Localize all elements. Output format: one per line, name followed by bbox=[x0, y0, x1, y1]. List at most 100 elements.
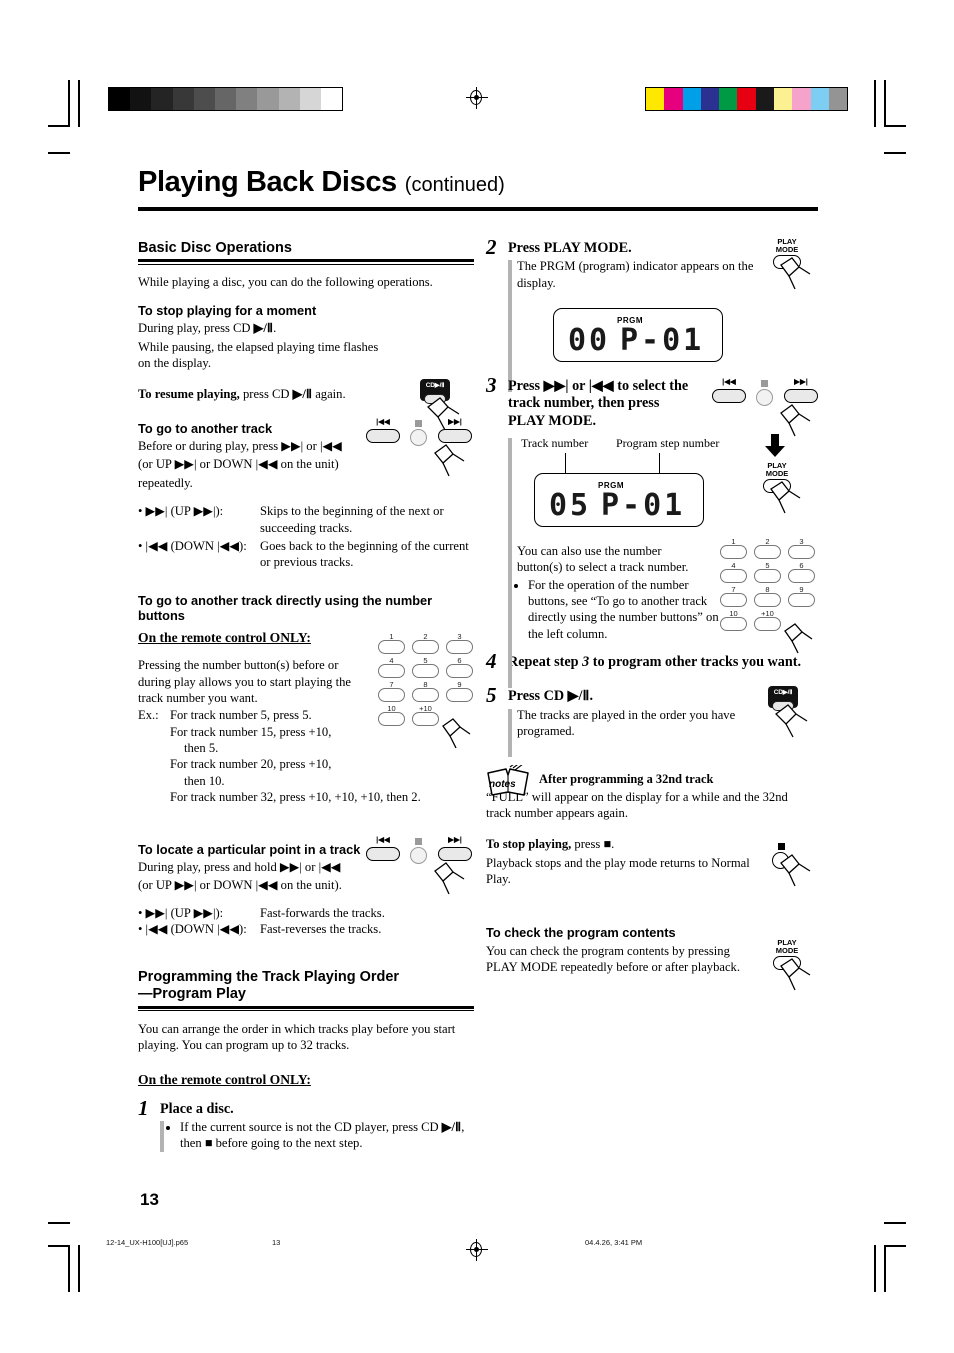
play-mode-button-illustration[interactable]: PLAY MODE bbox=[758, 462, 801, 514]
calibration-swatch bbox=[755, 88, 775, 110]
calibration-swatch bbox=[172, 88, 194, 110]
number-key-label: 7 bbox=[389, 679, 394, 689]
number-key-label: 10 bbox=[729, 609, 738, 619]
number-key-label: +10 bbox=[761, 609, 774, 619]
rewind-button[interactable] bbox=[366, 846, 400, 861]
number-key-1[interactable]: 1 bbox=[378, 632, 408, 655]
number-key-3[interactable]: 3 bbox=[788, 537, 818, 560]
cd-play-pause-button-illustration[interactable]: CD▶/Ⅱ bbox=[768, 686, 808, 738]
number-key-cap bbox=[412, 639, 439, 654]
callout-program-step-number: Program step number bbox=[616, 435, 720, 450]
calibration-swatch bbox=[257, 88, 279, 110]
number-key-cap bbox=[378, 663, 405, 678]
notes-icon: notes bbox=[484, 765, 530, 799]
number-key-label: 7 bbox=[731, 585, 736, 595]
number-key-2[interactable]: 2 bbox=[754, 537, 784, 560]
stop-button[interactable] bbox=[756, 389, 773, 407]
number-key-6[interactable]: 6 bbox=[446, 656, 476, 679]
crop-mark-bottom-right-corner-v bbox=[874, 1245, 876, 1292]
cd-play-pause-button-illustration[interactable]: CD▶/Ⅱ bbox=[420, 378, 460, 431]
number-keypad[interactable]: 1 2 3 4 5 6 7 8 9 10 +10 bbox=[378, 632, 476, 727]
number-key-4[interactable]: 4 bbox=[378, 656, 408, 679]
program-play-para: You can arrange the order in which track… bbox=[138, 1022, 456, 1053]
number-key-3[interactable]: 3 bbox=[446, 632, 476, 655]
cd-play-pause-glyph: ▶/Ⅱ bbox=[292, 387, 313, 402]
number-key-6[interactable]: 6 bbox=[788, 561, 818, 584]
stop-square-icon bbox=[415, 837, 422, 845]
pressing-hand-icon bbox=[780, 958, 811, 991]
number-key-9[interactable]: 9 bbox=[788, 585, 818, 608]
lcd-program-step: P-01 bbox=[601, 487, 686, 523]
step3-heading: Press ▶▶| or |◀◀ to select the track num… bbox=[508, 378, 723, 430]
number-key-8[interactable]: 8 bbox=[412, 680, 442, 703]
crop-mark-top-left-h bbox=[48, 125, 70, 127]
number-key-cap bbox=[378, 711, 405, 726]
basic-operations-intro: While playing a disc, you can do the fol… bbox=[138, 274, 433, 289]
number-key-plus10[interactable]: +10 bbox=[412, 704, 442, 727]
ff-def-row: • ▶▶| (UP ▶▶|): Fast-forwards the tracks… bbox=[138, 905, 474, 921]
fast-forward-button[interactable] bbox=[438, 846, 472, 861]
stop-button[interactable] bbox=[410, 846, 427, 864]
number-key-4[interactable]: 4 bbox=[720, 561, 750, 584]
section-rule-thin bbox=[138, 263, 474, 265]
number-key-plus10[interactable]: +10 bbox=[754, 609, 784, 632]
number-key-7[interactable]: 7 bbox=[378, 679, 408, 703]
number-key-label: 4 bbox=[731, 561, 736, 571]
calibration-swatch bbox=[236, 88, 258, 110]
skip-back-button[interactable] bbox=[366, 428, 400, 443]
number-key-cap bbox=[446, 663, 473, 678]
pressing-hand-icon bbox=[434, 861, 465, 894]
number-key-cap bbox=[720, 593, 747, 608]
stop-square-icon bbox=[778, 843, 785, 851]
step4-head-a: Repeat step bbox=[508, 654, 583, 671]
cd-button-label: CD▶/Ⅱ bbox=[425, 381, 445, 389]
number-keypad-illustration[interactable]: 1 2 3 4 5 6 7 8 9 10 +10 bbox=[720, 537, 818, 654]
number-key-8[interactable]: 8 bbox=[754, 585, 784, 608]
stop-playing-line: To stop playing, press ■. bbox=[486, 836, 820, 852]
number-key-9[interactable]: 9 bbox=[446, 679, 476, 703]
number-key-cap bbox=[720, 545, 747, 560]
number-keypad[interactable]: 1 2 3 4 5 6 7 8 9 10 +10 bbox=[720, 537, 818, 632]
number-key-10[interactable]: 10 bbox=[378, 704, 408, 727]
number-key-label: 5 bbox=[423, 655, 428, 665]
number-keypad-illustration[interactable]: 1 2 3 4 5 6 7 8 9 10 +10 bbox=[378, 632, 476, 748]
skip-buttons-illustration[interactable]: |◀◀ ▶▶| bbox=[366, 417, 476, 478]
number-key-10[interactable]: 10 bbox=[720, 609, 750, 632]
step5-head-a: Press CD bbox=[508, 688, 568, 705]
stop-button[interactable] bbox=[410, 428, 427, 446]
step-number: 1 bbox=[138, 1095, 149, 1120]
number-key-label: 9 bbox=[457, 679, 462, 689]
stop-button-illustration[interactable] bbox=[772, 843, 811, 887]
play-mode-button-illustration[interactable]: PLAY MODE bbox=[768, 939, 811, 991]
crop-mark-bottom-left-corner-h bbox=[48, 1222, 70, 1224]
callout-track-number: Track number bbox=[521, 435, 589, 450]
skip-forward-button[interactable] bbox=[438, 428, 472, 443]
skip-forward-button[interactable] bbox=[784, 389, 818, 404]
number-key-5[interactable]: 5 bbox=[754, 561, 784, 584]
number-key-cap bbox=[446, 687, 473, 702]
stop-square-icon bbox=[415, 419, 422, 427]
play-mode-label-line2: MODE bbox=[775, 946, 799, 956]
skip-back-button[interactable] bbox=[712, 389, 746, 404]
play-mode-label: PLAY MODE bbox=[768, 939, 806, 955]
crop-mark-bottom-right-corner-h bbox=[884, 1222, 906, 1224]
play-mode-button-illustration[interactable]: PLAY MODE bbox=[768, 238, 811, 290]
skip-def-row: • ▶▶| (UP ▶▶|): Skips to the beginning o… bbox=[138, 503, 474, 536]
step3-body: You can also use the number button(s) to… bbox=[517, 543, 689, 575]
skip-buttons-illustration[interactable]: |◀◀ ▶▶| bbox=[366, 835, 476, 896]
number-key-2[interactable]: 2 bbox=[412, 632, 442, 655]
step-number: 2 bbox=[486, 235, 497, 259]
pressing-hand-icon bbox=[434, 443, 465, 477]
color-calibration-bar bbox=[645, 87, 849, 111]
number-key-1[interactable]: 1 bbox=[720, 537, 750, 560]
calibration-swatch bbox=[682, 88, 701, 110]
play-mode-label-line2: MODE bbox=[775, 244, 799, 254]
calibration-swatch bbox=[719, 88, 738, 110]
number-key-5[interactable]: 5 bbox=[412, 655, 442, 679]
lcd-program-step: P-01 bbox=[620, 323, 705, 359]
step-4: 4 Repeat step 3 to program other tracks … bbox=[486, 651, 820, 679]
footer-page: 13 bbox=[272, 1238, 281, 1247]
number-key-7[interactable]: 7 bbox=[720, 585, 750, 608]
number-key-label: 2 bbox=[765, 537, 770, 547]
step1-heading: Place a disc. bbox=[160, 1100, 234, 1117]
